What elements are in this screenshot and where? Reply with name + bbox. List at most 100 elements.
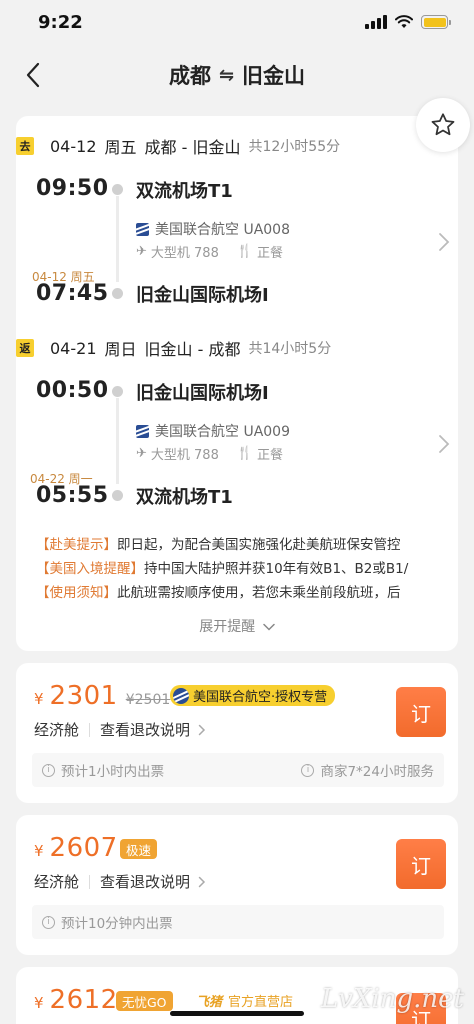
airline-row: 美国联合航空 UA008 bbox=[136, 219, 290, 239]
official-store-badge: 飞猪 官方直营店 bbox=[196, 991, 293, 1010]
express-badge: 极速 bbox=[120, 839, 158, 859]
departure-airport: 旧金山国际机场I bbox=[136, 383, 269, 404]
home-indicator[interactable] bbox=[170, 1011, 304, 1016]
price-row: ¥ 2612 bbox=[34, 985, 118, 1015]
return-tag: 返 bbox=[16, 339, 34, 357]
worry-free-badge: 无忧GO bbox=[116, 991, 173, 1011]
travel-notices: 【赴美提示】即日起，为配合美国实施强化赴美航班保安管控 【美国入境提醒】持中国大… bbox=[36, 533, 448, 605]
outbound-segment[interactable]: 去 04-12 周五 成都 - 旧金山 共12小时55分 09:50 双流机场T… bbox=[16, 116, 458, 316]
arrival-time: 07:45 bbox=[36, 281, 109, 306]
ticketing-time: 预计10分钟内出票 bbox=[61, 916, 173, 932]
expand-label: 展开提醒 bbox=[199, 619, 256, 635]
refund-rules-link[interactable]: 查看退改说明 bbox=[100, 719, 190, 740]
departure-time: 00:50 bbox=[36, 378, 109, 403]
original-price: ¥2501 bbox=[125, 692, 171, 708]
price-row: ¥ 2607 bbox=[34, 833, 118, 863]
price-row: ¥ 2301 ¥2501 bbox=[34, 681, 170, 711]
segment-weekday: 周五 bbox=[104, 138, 137, 157]
cabin-class: 经济舱 bbox=[34, 873, 80, 891]
itinerary-card: 去 04-12 周五 成都 - 旧金山 共12小时55分 09:50 双流机场T… bbox=[16, 98, 470, 651]
united-airlines-logo-icon bbox=[136, 222, 149, 236]
nav-bar: 成都 ⇋ 旧金山 bbox=[0, 44, 474, 106]
chevron-down-icon bbox=[262, 623, 275, 631]
aircraft-type: 大型机 788 bbox=[150, 246, 219, 261]
departure-dot bbox=[112, 386, 123, 397]
cabin-row: 经济舱 查看退改说明 bbox=[34, 719, 206, 740]
segment-date: 04-12 bbox=[50, 136, 97, 156]
fare-offer-card[interactable]: ¥ 2607 极速 经济舱 查看退改说明 订 i 预计10分钟内出票 bbox=[16, 815, 458, 955]
currency-symbol: ¥ bbox=[34, 842, 44, 860]
timeline bbox=[116, 196, 119, 282]
segment-header: 去 04-12 周五 成都 - 旧金山 共12小时55分 bbox=[16, 134, 340, 158]
cabin-row: 经济舱 查看退改说明 bbox=[34, 871, 206, 892]
plane-icon: ✈ bbox=[136, 446, 147, 461]
departure-airport: 双流机场T1 bbox=[136, 181, 233, 202]
divider bbox=[89, 722, 91, 737]
book-button[interactable]: 订 bbox=[396, 687, 446, 737]
segment-route: 旧金山 - 成都 bbox=[144, 340, 241, 359]
back-arrow-icon bbox=[26, 62, 40, 88]
timeline bbox=[116, 398, 119, 484]
meal-icon: 🍴 bbox=[236, 244, 254, 259]
price: 2301 bbox=[49, 681, 118, 711]
notice-item: 【赴美提示】即日起，为配合美国实施强化赴美航班保安管控 bbox=[36, 533, 448, 557]
segment-route: 成都 - 旧金山 bbox=[144, 138, 241, 157]
chevron-right-icon bbox=[198, 876, 206, 887]
segment-weekday: 周日 bbox=[104, 340, 137, 359]
notice-item: 【美国入境提醒】持中国大陆护照并获10年有效B1、B2或B1/ bbox=[36, 557, 448, 581]
aircraft-row: ✈ 大型机 788 🍴 正餐 bbox=[136, 242, 283, 261]
swap-icon: ⇋ bbox=[218, 64, 235, 86]
battery-icon bbox=[421, 15, 451, 29]
arrival-dot bbox=[112, 490, 123, 501]
expand-notices-button[interactable]: 展开提醒 bbox=[16, 616, 458, 636]
divider bbox=[89, 874, 91, 889]
departure-dot bbox=[112, 184, 123, 195]
meal-icon: 🍴 bbox=[236, 446, 254, 461]
book-button[interactable]: 订 bbox=[396, 839, 446, 889]
meal-type: 正餐 bbox=[257, 246, 284, 261]
meal-type: 正餐 bbox=[257, 448, 284, 463]
notice-text: 此航班需按顺序使用，若您未乘坐前段航班，后 bbox=[117, 585, 401, 601]
badge-text: 美国联合航空·授权专营 bbox=[193, 690, 328, 705]
store-text: 官方直营店 bbox=[228, 995, 294, 1010]
airline-row: 美国联合航空 UA009 bbox=[136, 421, 290, 441]
info-item: i 预计10分钟内出票 bbox=[42, 912, 173, 932]
wifi-icon bbox=[395, 15, 413, 28]
info-item: i 商家7*24小时服务 bbox=[301, 760, 434, 780]
plane-icon: ✈ bbox=[136, 244, 147, 259]
arrival-airport: 旧金山国际机场I bbox=[136, 285, 269, 306]
back-button[interactable] bbox=[18, 58, 48, 92]
airline-flight: 美国联合航空 UA008 bbox=[155, 222, 290, 238]
fare-offer-card[interactable]: ¥ 2301 ¥2501 美国联合航空·授权专营 经济舱 查看退改说明 订 i … bbox=[16, 663, 458, 803]
notice-text: 即日起，为配合美国实施强化赴美航班保安管控 bbox=[117, 537, 401, 553]
page-title: 成都 ⇋ 旧金山 bbox=[169, 60, 305, 90]
chevron-right-icon bbox=[439, 435, 450, 453]
ticketing-time: 预计1小时内出票 bbox=[61, 764, 165, 780]
aircraft-type: 大型机 788 bbox=[150, 448, 219, 463]
status-bar: 9:22 bbox=[0, 0, 474, 44]
info-icon: i bbox=[301, 763, 315, 777]
departure-time: 09:50 bbox=[36, 176, 109, 201]
authorized-airline-badge: 美国联合航空·授权专营 bbox=[170, 685, 336, 706]
airline-flight: 美国联合航空 UA009 bbox=[155, 424, 290, 440]
united-airlines-logo-icon bbox=[173, 687, 189, 704]
price: 2612 bbox=[49, 985, 118, 1015]
price: 2607 bbox=[49, 833, 118, 863]
watermark: LvXing.net bbox=[320, 984, 464, 1014]
segment-duration: 共14小时5分 bbox=[248, 341, 332, 357]
arrival-airport: 双流机场T1 bbox=[136, 487, 233, 508]
return-segment[interactable]: 返 04-21 周日 旧金山 - 成都 共14小时5分 00:50 旧金山国际机… bbox=[16, 318, 458, 518]
notice-item: 【使用须知】此航班需按顺序使用，若您未乘坐前段航班，后 bbox=[36, 581, 448, 605]
service-hours: 商家7*24小时服务 bbox=[320, 764, 434, 780]
signal-icon bbox=[365, 15, 387, 29]
segment-duration: 共12小时55分 bbox=[248, 139, 341, 155]
cabin-class: 经济舱 bbox=[34, 721, 80, 739]
refund-rules-link[interactable]: 查看退改说明 bbox=[100, 871, 190, 892]
ticketing-info: i 预计1小时内出票 i 商家7*24小时服务 bbox=[32, 753, 444, 787]
notice-text: 持中国大陆护照并获10年有效B1、B2或B1/ bbox=[144, 561, 409, 577]
chevron-right-icon bbox=[198, 724, 206, 735]
chevron-right-icon bbox=[439, 233, 450, 251]
arrival-dot bbox=[112, 288, 123, 299]
notice-tag: 【使用须知】 bbox=[36, 585, 117, 601]
status-time: 9:22 bbox=[38, 11, 83, 33]
